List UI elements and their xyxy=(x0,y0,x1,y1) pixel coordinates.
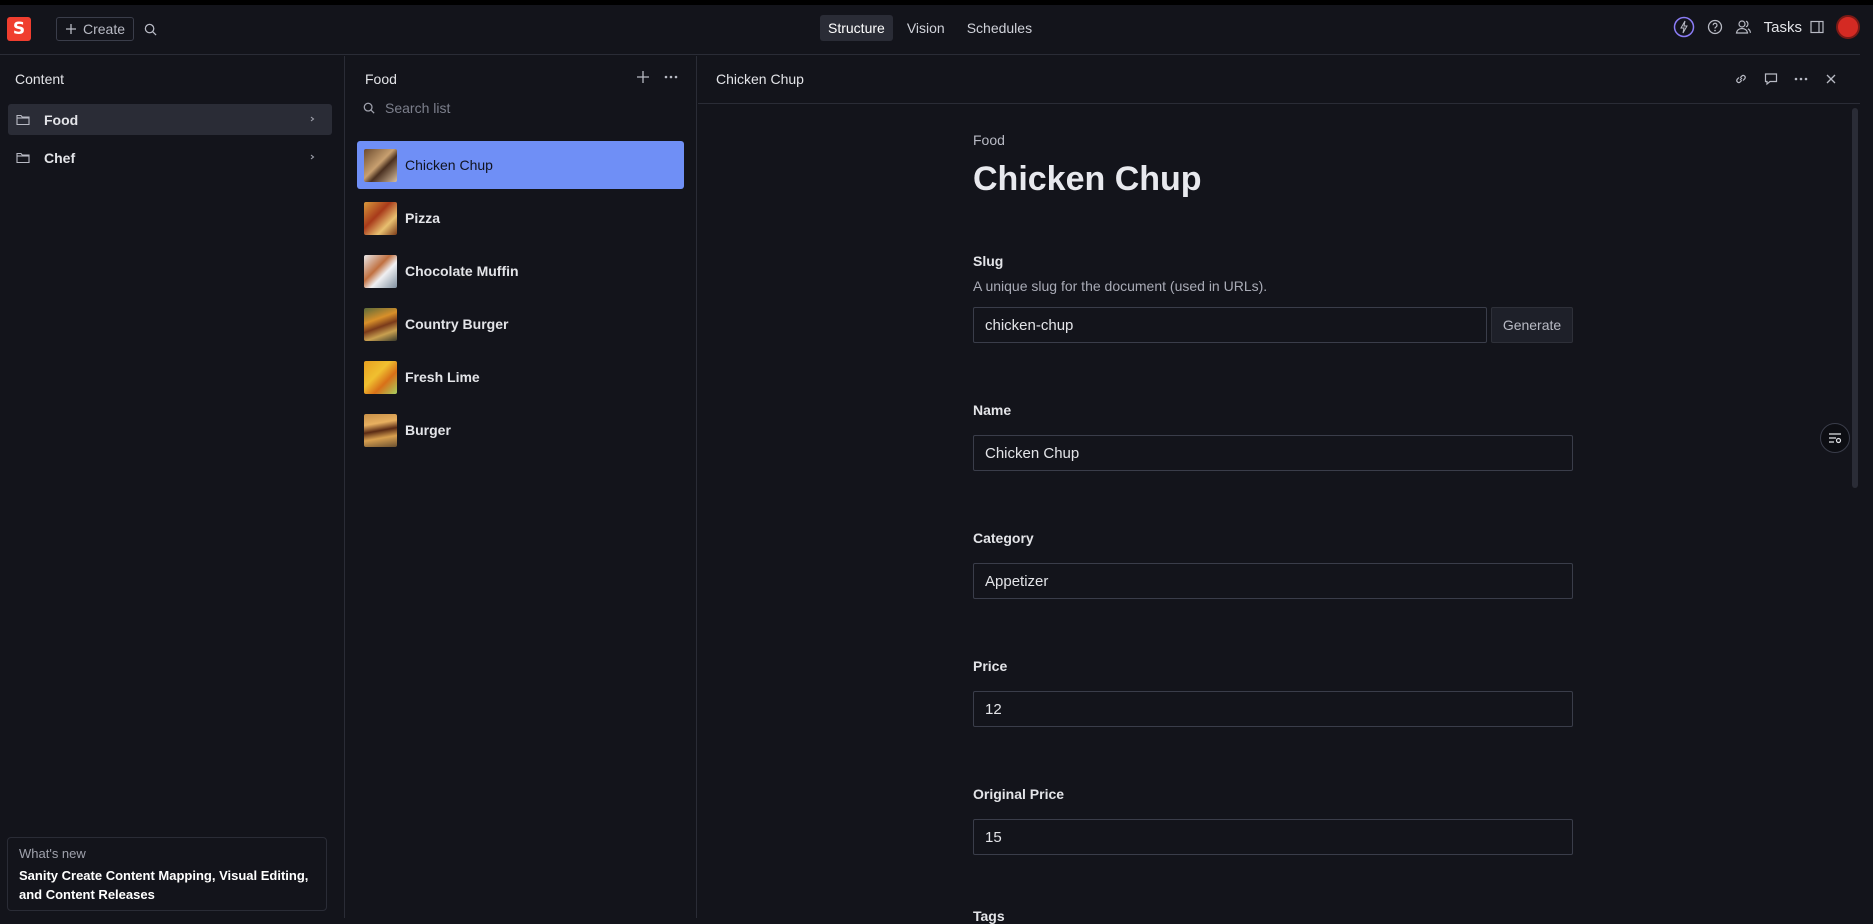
create-button[interactable]: Create xyxy=(56,17,135,41)
whats-new-card[interactable]: What's new Sanity Create Content Mapping… xyxy=(7,837,327,911)
list-item-label: Chicken Chup xyxy=(405,157,493,173)
search-list-input[interactable]: Search list xyxy=(363,100,450,116)
lightning-icon[interactable] xyxy=(1673,16,1695,38)
folder-icon xyxy=(16,113,30,127)
category-label: Category xyxy=(973,530,1034,546)
category-field[interactable]: Appetizer xyxy=(973,563,1573,599)
plus-icon xyxy=(65,23,77,35)
comment-icon[interactable] xyxy=(1762,70,1780,88)
list-item[interactable]: Chocolate Muffin xyxy=(357,247,684,295)
add-document-button[interactable] xyxy=(634,68,652,86)
document-scrollbar[interactable] xyxy=(1852,108,1858,488)
price-label: Price xyxy=(973,658,1008,674)
help-icon[interactable] xyxy=(1707,19,1723,35)
more-options-icon[interactable] xyxy=(662,68,680,86)
food-list-pane: Food Search list Chicken Chup Pizza Choc… xyxy=(346,56,697,918)
tasks-label: Tasks xyxy=(1763,18,1802,36)
search-icon[interactable] xyxy=(142,21,158,37)
food-thumbnail xyxy=(364,254,397,288)
food-thumbnail xyxy=(364,148,397,182)
original-price-label: Original Price xyxy=(973,786,1065,802)
top-navbar: S Create Structure Vision Schedules Task… xyxy=(0,5,1860,55)
tab-schedules[interactable]: Schedules xyxy=(959,15,1040,41)
whats-new-label: What's new xyxy=(19,846,86,861)
more-options-icon[interactable] xyxy=(1792,70,1810,88)
search-placeholder: Search list xyxy=(385,100,451,116)
slug-label: Slug xyxy=(973,253,1004,269)
list-item-label: Chocolate Muffin xyxy=(405,263,519,279)
price-field[interactable]: 12 xyxy=(973,691,1573,727)
document-pane: Chicken Chup Food Chicken Chup Slug A un… xyxy=(698,56,1860,924)
whats-new-text: Sanity Create Content Mapping, Visual Ed… xyxy=(19,868,309,902)
list-item-label: Country Burger xyxy=(405,316,509,332)
content-pane-title: Content xyxy=(15,71,65,87)
sanity-logo[interactable]: S xyxy=(7,17,31,41)
create-label: Create xyxy=(83,21,126,37)
list-item[interactable]: Fresh Lime xyxy=(357,353,684,401)
content-pane: Content Food Chef What's new Sanity Crea… xyxy=(0,56,345,918)
navbar-right: Tasks xyxy=(1673,15,1860,39)
document-header: Chicken Chup xyxy=(698,56,1860,104)
link-icon[interactable] xyxy=(1732,70,1750,88)
document-title: Chicken Chup xyxy=(973,160,1202,198)
name-field[interactable]: Chicken Chup xyxy=(973,435,1573,471)
tasks-button[interactable]: Tasks xyxy=(1764,19,1824,36)
original-price-field[interactable]: 15 xyxy=(973,819,1573,855)
content-item-chef[interactable]: Chef xyxy=(8,142,332,173)
close-icon[interactable] xyxy=(1822,70,1840,88)
food-pane-title: Food xyxy=(365,71,397,87)
slug-field[interactable]: chicken-chup xyxy=(973,307,1487,343)
search-icon xyxy=(363,102,375,114)
slug-description: A unique slug for the document (used in … xyxy=(973,278,1268,294)
list-item-label: Pizza xyxy=(405,210,441,226)
name-label: Name xyxy=(973,402,1012,418)
food-thumbnail xyxy=(364,307,397,341)
list-item-label: Fresh Lime xyxy=(405,369,480,385)
list-item[interactable]: Chicken Chup xyxy=(357,141,684,189)
generate-slug-button[interactable]: Generate xyxy=(1491,307,1573,343)
tags-label: Tags xyxy=(973,908,1005,924)
content-item-food[interactable]: Food xyxy=(8,104,332,135)
content-item-label: Chef xyxy=(44,149,76,166)
chevron-right-icon xyxy=(308,151,318,163)
folder-icon xyxy=(16,151,30,165)
chevron-right-icon xyxy=(308,113,318,125)
document-type-label: Food xyxy=(973,132,1005,148)
list-item[interactable]: Burger xyxy=(357,406,684,454)
list-item[interactable]: Pizza xyxy=(357,194,684,242)
users-icon[interactable] xyxy=(1735,19,1752,35)
food-thumbnail xyxy=(364,360,397,394)
document-header-title: Chicken Chup xyxy=(716,71,804,87)
tab-vision[interactable]: Vision xyxy=(899,15,953,41)
list-item[interactable]: Country Burger xyxy=(357,300,684,348)
document-actions xyxy=(1732,70,1840,88)
list-filter-icon xyxy=(1828,432,1842,444)
panel-icon xyxy=(1810,20,1824,34)
field-actions-button[interactable] xyxy=(1820,423,1850,453)
tool-tabs: Structure Vision Schedules xyxy=(820,15,1040,41)
user-avatar[interactable] xyxy=(1836,15,1860,39)
tab-structure[interactable]: Structure xyxy=(820,15,893,41)
list-item-label: Burger xyxy=(405,422,451,438)
food-thumbnail xyxy=(364,413,397,447)
content-item-label: Food xyxy=(44,111,79,128)
food-thumbnail xyxy=(364,201,397,235)
